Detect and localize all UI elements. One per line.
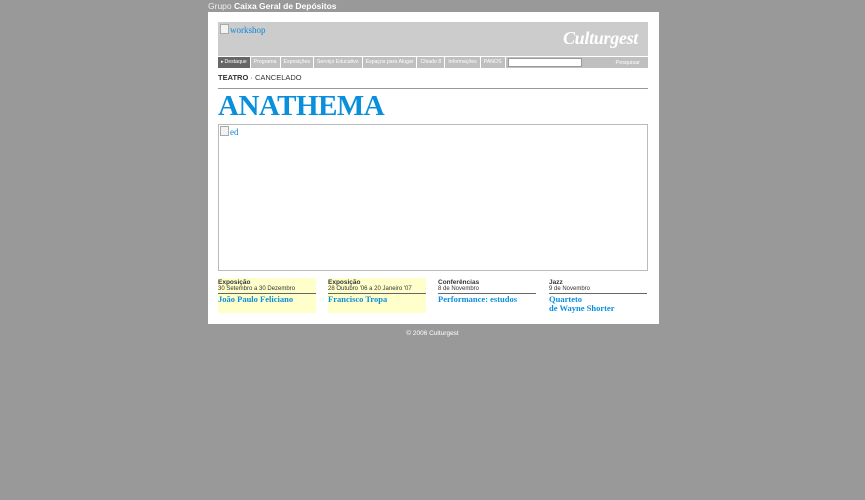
banner-image-alt: workshop (230, 25, 266, 35)
main-nav: Destaque Programa Exposições Serviço Edu… (218, 57, 648, 68)
search-button[interactable]: Pesquisar (616, 60, 646, 66)
culturgest-logo[interactable]: Culturgest (563, 28, 638, 49)
teaser-category: Exposição (218, 279, 251, 286)
search-input[interactable] (507, 58, 582, 67)
nav-item-chiado[interactable]: Chiado 8 (417, 57, 445, 68)
nav-item-programa[interactable]: Programa (250, 57, 280, 68)
page-title: ANATHEMA (218, 90, 385, 122)
nav-item-espacos[interactable]: Espaços para Alugar (362, 57, 417, 68)
broken-image-icon (220, 126, 229, 136)
event-category: TEATRO (218, 73, 249, 82)
nav-item-panos[interactable]: PANOS (480, 57, 505, 68)
header-banner: workshop Culturgest (218, 22, 648, 56)
teaser-category: Jazz (549, 279, 563, 286)
nav-item-destaque[interactable]: Destaque (218, 57, 250, 68)
teaser-link[interactable]: Quarteto de Wayne Shorter (549, 295, 647, 313)
banner-image[interactable]: workshop (220, 24, 266, 35)
event-status: CANCELADO (254, 73, 302, 82)
page-container: workshop Culturgest Destaque Programa Ex… (208, 12, 659, 324)
teaser-date: 30 Setembro a 30 Dezembro (218, 286, 316, 294)
teaser-date: 9 de Novembro (549, 286, 647, 294)
teaser-card[interactable]: Conferências 8 de Novembro Performance: … (438, 278, 536, 313)
event-image: ed (218, 124, 648, 271)
teaser-date: 8 de Novembro (438, 286, 536, 294)
group-bar: Grupo Caixa Geral de Depósitos (208, 1, 337, 11)
teaser-link[interactable]: Performance: estudos (438, 295, 536, 304)
teaser-card[interactable]: Exposição 30 Setembro a 30 Dezembro João… (218, 278, 316, 313)
group-company[interactable]: Caixa Geral de Depósitos (234, 1, 337, 11)
event-separator: · (248, 73, 255, 82)
footer-copyright: © 2006 Culturgest (406, 330, 459, 337)
event-image-placeholder: ed (220, 126, 239, 137)
teaser-card[interactable]: Exposição 28 Outubro '06 a 20 Janeiro '0… (328, 278, 426, 313)
nav-item-informacoes[interactable]: Informações (445, 57, 480, 68)
teaser-date: 28 Outubro '06 a 20 Janeiro '07 (328, 286, 426, 294)
broken-image-icon (220, 24, 229, 34)
search-area: Pesquisar (505, 57, 648, 68)
group-prefix: Grupo (208, 1, 232, 11)
teaser-card[interactable]: Jazz 9 de Novembro Quarteto de Wayne Sho… (549, 278, 647, 313)
nav-item-servico-educativo[interactable]: Serviço Educativo (314, 57, 362, 68)
event-image-alt: ed (230, 127, 239, 137)
teaser-category: Exposição (328, 279, 361, 286)
nav-item-exposicoes[interactable]: Exposições (280, 57, 314, 68)
teaser-link[interactable]: João Paulo Feliciano (218, 295, 316, 304)
divider (218, 88, 648, 89)
teaser-category: Conferências (438, 279, 480, 286)
teaser-link[interactable]: Francisco Tropa (328, 295, 426, 304)
event-subtitle: TEATRO · CANCELADO (218, 73, 302, 82)
